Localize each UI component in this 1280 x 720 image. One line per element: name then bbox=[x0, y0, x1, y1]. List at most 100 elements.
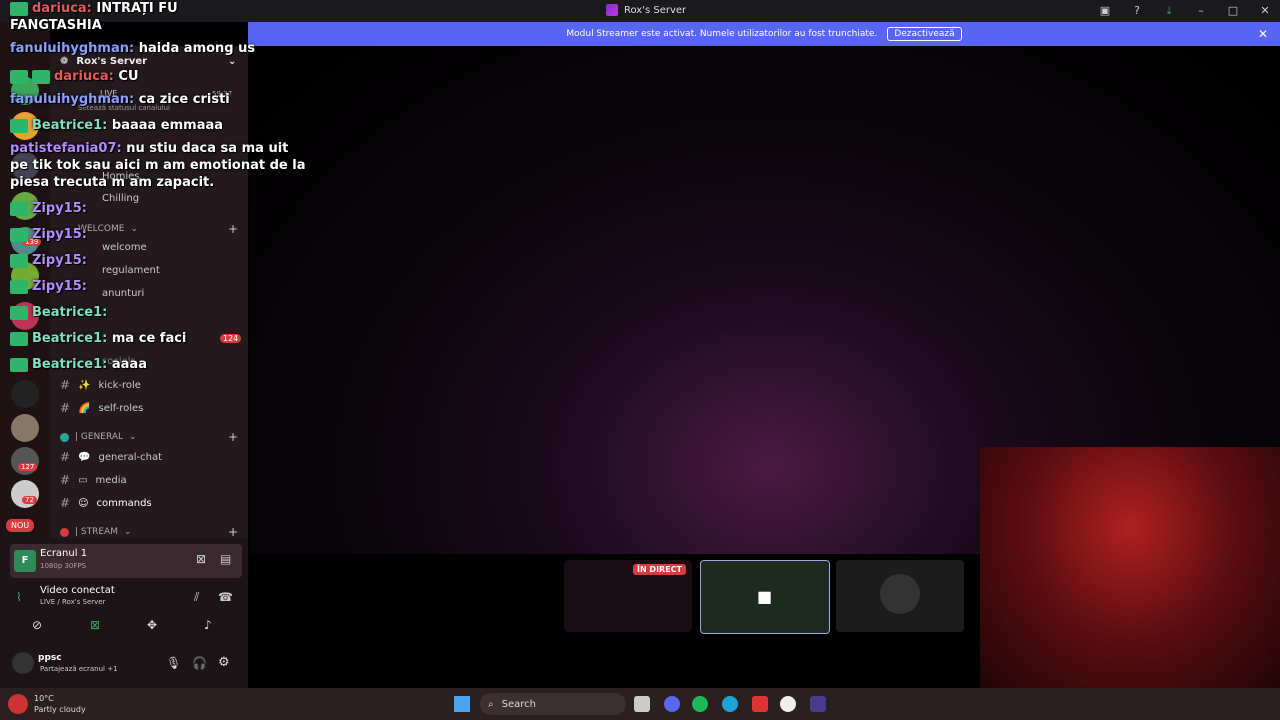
weather-widget[interactable]: 10°C Partly cloudy bbox=[34, 693, 86, 715]
banner-message: Modul Streamer este activat. Numele util… bbox=[566, 29, 878, 39]
chrome-icon[interactable] bbox=[780, 696, 796, 712]
chat-message: Beatrice1: baaaa emmaaa bbox=[10, 118, 223, 133]
hash-icon: # bbox=[60, 378, 71, 392]
channel-general-chat[interactable]: # 💬 general-chat bbox=[60, 450, 162, 464]
signal-icon[interactable]: ⌇ bbox=[16, 590, 22, 604]
new-badge: NOU bbox=[6, 519, 35, 532]
chat-message: pe tik tok sau aici m am emotionat de la bbox=[10, 158, 305, 173]
add-channel-icon[interactable]: + bbox=[228, 222, 238, 236]
avatar bbox=[880, 574, 920, 614]
chevron-down-icon: ⌄ bbox=[129, 432, 137, 442]
download-icon[interactable]: ⤓ bbox=[1162, 4, 1176, 18]
hash-icon: # bbox=[60, 473, 71, 487]
rainbow-icon: 🌈 bbox=[78, 402, 91, 414]
share-screen-icon[interactable]: ⊠ bbox=[90, 618, 100, 632]
chat-message: dariuca: INTRAȚI FU bbox=[10, 1, 178, 16]
channel-self-roles[interactable]: # 🌈 self-roles bbox=[60, 401, 143, 415]
close-icon[interactable]: ✕ bbox=[1258, 4, 1272, 18]
badge-icon bbox=[10, 305, 28, 320]
channel-media[interactable]: # ▭ media bbox=[60, 473, 127, 487]
discord-icon[interactable] bbox=[664, 696, 680, 712]
chat-text: baaaa emmaaa bbox=[111, 118, 224, 133]
badge-icon bbox=[10, 69, 28, 84]
taskbar: 10°C Partly cloudy ⌕ Search bbox=[0, 688, 1280, 720]
chat-text: CU bbox=[118, 69, 139, 84]
channel-welcome[interactable]: welcome bbox=[102, 242, 147, 253]
sparkle-icon: ✨ bbox=[78, 379, 91, 391]
add-channel-icon[interactable]: + bbox=[228, 525, 238, 539]
app-icon[interactable] bbox=[752, 696, 768, 712]
w2g-server-icon[interactable] bbox=[11, 380, 39, 408]
weather-icon[interactable] bbox=[8, 694, 28, 714]
soundboard-icon[interactable]: ♪ bbox=[204, 618, 212, 632]
server-header[interactable]: ❁ Rox's Server ⌄ bbox=[60, 56, 236, 67]
windows-start-icon[interactable] bbox=[454, 696, 470, 712]
category-label: | STREAM bbox=[75, 527, 118, 537]
minimize-icon[interactable]: – bbox=[1194, 4, 1208, 18]
obs-icon[interactable] bbox=[810, 696, 826, 712]
chat-message: piesa trecuta m am zapacit. bbox=[10, 175, 214, 190]
badge-icon bbox=[10, 357, 28, 372]
voice-status-subtitle[interactable]: LIVE / Rox's Server bbox=[40, 598, 106, 606]
live-badge: ÎN DIRECT bbox=[632, 564, 686, 575]
chat-username: Zipy15: bbox=[32, 227, 87, 242]
chat-text: pe tik tok sau aici m am emotionat de la bbox=[10, 158, 306, 173]
help-icon[interactable]: ? bbox=[1130, 4, 1144, 18]
stream-settings-icon[interactable]: ▤ bbox=[220, 552, 231, 566]
robot-icon: ☺ bbox=[78, 497, 89, 509]
streamer-mode-banner: Modul Streamer este activat. Numele util… bbox=[248, 22, 1280, 46]
stream-title: Ecranul 1 bbox=[40, 548, 88, 559]
maximize-icon[interactable]: □ bbox=[1226, 4, 1240, 18]
avatar[interactable] bbox=[12, 652, 34, 674]
disable-streamer-button[interactable]: Dezactivează bbox=[887, 27, 962, 41]
hash-icon: # bbox=[60, 496, 71, 510]
stream-thumbnail[interactable]: ÎN DIRECT bbox=[564, 560, 692, 632]
edge-icon[interactable] bbox=[722, 696, 738, 712]
channel-commands[interactable]: # ☺ commands bbox=[60, 496, 152, 510]
chat-username: dariuca: bbox=[32, 1, 92, 16]
stream-preview-card[interactable]: F Ecranul 1 1080p 30FPS ⊠ ▤ bbox=[10, 544, 242, 578]
noise-suppression-icon[interactable]: ⫽ bbox=[194, 590, 199, 605]
channel-regulament[interactable]: regulament bbox=[102, 265, 160, 276]
gear-icon[interactable]: ⚙ bbox=[218, 655, 230, 670]
disconnect-icon[interactable]: ☎ bbox=[218, 590, 233, 604]
close-banner-icon[interactable]: ✕ bbox=[1258, 27, 1268, 41]
chat-message: Beatrice1: ma ce faci bbox=[10, 331, 186, 346]
title-bar: Rox's Server ▣ ? ⤓ – □ ✕ bbox=[0, 0, 1280, 22]
participant-tile-active[interactable]: ■ bbox=[700, 560, 830, 634]
chat-username: fanuluihyghman: bbox=[10, 41, 135, 56]
inbox-icon[interactable]: ▣ bbox=[1098, 4, 1112, 18]
chat-username: Zipy15: bbox=[32, 201, 87, 216]
activities-icon[interactable]: ✥ bbox=[147, 618, 157, 632]
chat-username: dariuca: bbox=[54, 69, 114, 84]
screen-avatar: F bbox=[14, 550, 36, 572]
category-label: | GENERAL bbox=[75, 432, 124, 442]
window-controls: ▣ ? ⤓ – □ ✕ bbox=[1098, 4, 1272, 18]
add-channel-icon[interactable]: + bbox=[228, 430, 238, 444]
red-dot-icon bbox=[60, 527, 69, 537]
stop-stream-icon[interactable]: ⊠ bbox=[196, 552, 206, 566]
chat-message: Zipy15: bbox=[10, 227, 87, 242]
channel-kick-role[interactable]: # ✨ kick-role bbox=[60, 378, 141, 392]
category-general[interactable]: | GENERAL ⌄ bbox=[60, 432, 137, 442]
weather-desc: Partly cloudy bbox=[34, 705, 86, 714]
chat-text: haida among us bbox=[138, 41, 256, 56]
spotify-icon[interactable] bbox=[692, 696, 708, 712]
microphone-icon[interactable]: 🎙 bbox=[166, 656, 181, 670]
voice-channel-chilling[interactable]: Chilling bbox=[102, 193, 139, 204]
camera-off-icon[interactable]: ⊘ bbox=[32, 618, 42, 632]
server-icon-8[interactable] bbox=[11, 414, 39, 442]
task-view-icon[interactable] bbox=[634, 696, 650, 712]
category-stream[interactable]: | STREAM ⌄ bbox=[60, 527, 132, 537]
chat-text: ca zice cristi bbox=[138, 92, 230, 107]
taskbar-search[interactable]: ⌕ Search bbox=[480, 693, 626, 715]
chat-text: piesa trecuta m am zapacit. bbox=[10, 175, 215, 190]
participant-tile[interactable] bbox=[836, 560, 964, 632]
badge-icon bbox=[10, 279, 28, 294]
chat-text: INTRAȚI FU bbox=[96, 1, 178, 16]
chat-message: Zipy15: bbox=[10, 253, 87, 268]
headphones-icon[interactable]: 🎧 bbox=[192, 656, 207, 670]
channel-anunturi[interactable]: anunturi bbox=[102, 288, 144, 299]
stream-quality: 1080p 30FPS bbox=[40, 562, 87, 570]
chat-message: Beatrice1: aaaa bbox=[10, 357, 147, 372]
